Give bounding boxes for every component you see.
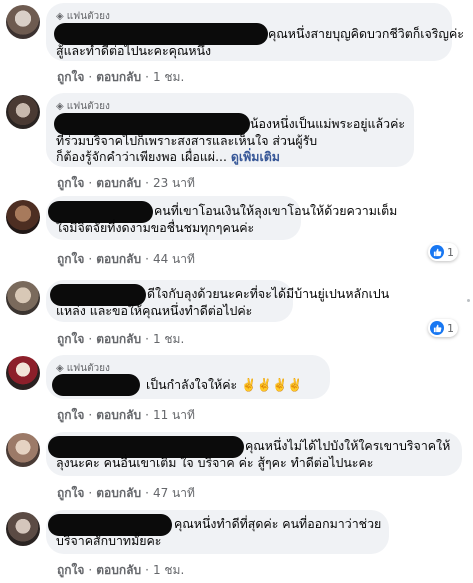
comment-text-line: บริจาคสักบาทมั้ยคะ bbox=[56, 533, 162, 548]
redacted-name bbox=[52, 374, 140, 396]
comment-bubble: คุณหนึ่งทำดีที่สุดค่ะ คนที่ออกมาว่าช่วย … bbox=[46, 510, 389, 554]
comment-actions: ถูกใจ · ตอบกลับ · 23 นาที bbox=[57, 176, 195, 190]
timestamp[interactable]: 44 นาที bbox=[153, 252, 195, 266]
diamond-icon: ◈ bbox=[56, 11, 64, 22]
comment-text-tail: ก็ต้องรู้จักคำว่าเพียงพอ เผื่อแผ่... bbox=[56, 149, 227, 164]
comment-text-line: ใจมีจิตจัยที่งดงามขอชื่นชมทุกๆคนค่ะ bbox=[56, 220, 255, 235]
comment-bubble: ◈ แฟนตัวยง เป็นกำลังใจให้ค่ะ ✌️✌️✌️✌️ bbox=[46, 355, 330, 399]
comment-actions: ถูกใจ · ตอบกลับ · 44 นาที bbox=[57, 252, 195, 266]
reply-link[interactable]: ตอบกลับ bbox=[96, 408, 141, 422]
comment-text-line: สู้และทำดีต่อไปนะคะคุณหนึ่ง bbox=[56, 43, 212, 58]
avatar[interactable] bbox=[6, 95, 40, 129]
comment-bubble: คนที่เขาโอนเงินให้ลุงเขาโอนให้ด้วยความเต… bbox=[46, 196, 397, 240]
avatar[interactable] bbox=[6, 356, 40, 390]
comment-text-line: ก็ต้องรู้จักคำว่าเพียงพอ เผื่อแผ่... ดูเ… bbox=[56, 148, 280, 166]
reaction-count: 1 bbox=[447, 321, 454, 335]
diamond-icon: ◈ bbox=[56, 363, 64, 374]
timestamp[interactable]: 1 ชม. bbox=[153, 563, 184, 577]
like-link[interactable]: ถูกใจ bbox=[57, 252, 84, 266]
reply-link[interactable]: ตอบกลับ bbox=[96, 332, 141, 346]
diamond-icon: ◈ bbox=[56, 101, 64, 112]
reply-link[interactable]: ตอบกลับ bbox=[96, 70, 141, 84]
like-link[interactable]: ถูกใจ bbox=[57, 486, 84, 500]
timestamp[interactable]: 11 นาที bbox=[153, 408, 195, 422]
comment-text-line: ลุงนะคะ คนอื่นเขาเติม ใจ บริจาค ค่ะ สู้ๆ… bbox=[56, 455, 374, 470]
comment-text-line: คุณหนึ่งสายบุญคิดบวกชีวิตก็เจริญค่ะ bbox=[268, 26, 464, 41]
like-link[interactable]: ถูกใจ bbox=[57, 332, 84, 346]
comment-text-line: คุณหนึ่งทำดีที่สุดค่ะ คนที่ออกมาว่าช่วย bbox=[174, 516, 382, 531]
reply-link[interactable]: ตอบกลับ bbox=[96, 252, 141, 266]
comment-text-line: แหล่ง และขอให้คุณหนึ่งทำดีต่อไปค่ะ bbox=[56, 303, 253, 318]
comment-text-line: เป็นกำลังใจให้ค่ะ ✌️✌️✌️✌️ bbox=[146, 377, 303, 392]
comment-text-line: น้องหนึ่งเป็นแม่พระอยู่แล้วค่ะ bbox=[250, 116, 406, 131]
comment-text-line: ดีใจกับลุงด้วยนะคะที่จะได้มีบ้านยู่เปนหล… bbox=[147, 286, 390, 301]
comment-actions: ถูกใจ · ตอบกลับ · 47 นาที bbox=[57, 486, 195, 500]
timestamp[interactable]: 47 นาที bbox=[153, 486, 195, 500]
badge-label: แฟนตัวยง bbox=[66, 101, 110, 112]
comment-text-line: คนที่เขาโอนเงินให้ลุงเขาโอนให้ด้วยความเต… bbox=[154, 203, 398, 218]
fan-badge: ◈ แฟนตัวยง bbox=[56, 99, 110, 114]
reply-link[interactable]: ตอบกลับ bbox=[96, 486, 141, 500]
like-link[interactable]: ถูกใจ bbox=[57, 563, 84, 577]
reaction-count: 1 bbox=[447, 245, 454, 259]
comment-actions: ถูกใจ · ตอบกลับ · 1 ชม. bbox=[57, 70, 185, 84]
timestamp[interactable]: 23 นาที bbox=[153, 176, 195, 190]
timestamp[interactable]: 1 ชม. bbox=[153, 70, 184, 84]
reply-link[interactable]: ตอบกลับ bbox=[96, 176, 141, 190]
timestamp[interactable]: 1 ชม. bbox=[153, 332, 184, 346]
avatar[interactable] bbox=[6, 200, 40, 234]
comment-bubble: คุณหนึ่งไม่ได้ไปบังให้ใครเขาบริจาคให้ ลุ… bbox=[46, 432, 462, 476]
like-link[interactable]: ถูกใจ bbox=[57, 70, 84, 84]
avatar[interactable] bbox=[6, 433, 40, 467]
avatar[interactable] bbox=[6, 5, 40, 39]
thumbs-up-icon bbox=[430, 321, 444, 335]
reaction-summary[interactable]: 1 bbox=[428, 243, 458, 261]
comment-actions: ถูกใจ · ตอบกลับ · 1 ชม. bbox=[57, 332, 185, 346]
comment-bubble: ◈ แฟนตัวยง น้องหนึ่งเป็นแม่พระอยู่แล้วค่… bbox=[46, 93, 414, 167]
thumbs-up-icon bbox=[430, 245, 444, 259]
badge-label: แฟนตัวยง bbox=[66, 11, 110, 22]
comment-actions: ถูกใจ · ตอบกลับ · 1 ชม. bbox=[57, 563, 185, 577]
like-link[interactable]: ถูกใจ bbox=[57, 176, 84, 190]
like-link[interactable]: ถูกใจ bbox=[57, 408, 84, 422]
comment-bubble: ดีใจกับลุงด้วยนะคะที่จะได้มีบ้านยู่เปนหล… bbox=[46, 280, 389, 322]
fan-badge: ◈ แฟนตัวยง bbox=[56, 9, 110, 24]
options-dot[interactable] bbox=[467, 299, 470, 302]
avatar[interactable] bbox=[6, 281, 40, 315]
reaction-summary[interactable]: 1 bbox=[428, 319, 458, 337]
comment-text-line: คุณหนึ่งไม่ได้ไปบังให้ใครเขาบริจาคให้ bbox=[245, 438, 451, 453]
reply-link[interactable]: ตอบกลับ bbox=[96, 563, 141, 577]
avatar[interactable] bbox=[6, 512, 40, 546]
see-more-link[interactable]: ดูเพิ่มเติม bbox=[231, 149, 280, 164]
comment-actions: ถูกใจ · ตอบกลับ · 11 นาที bbox=[57, 408, 195, 422]
comment-bubble: ◈ แฟนตัวยง คุณหนึ่งสายบุญคิดบวกชีวิตก็เจ… bbox=[46, 3, 464, 61]
